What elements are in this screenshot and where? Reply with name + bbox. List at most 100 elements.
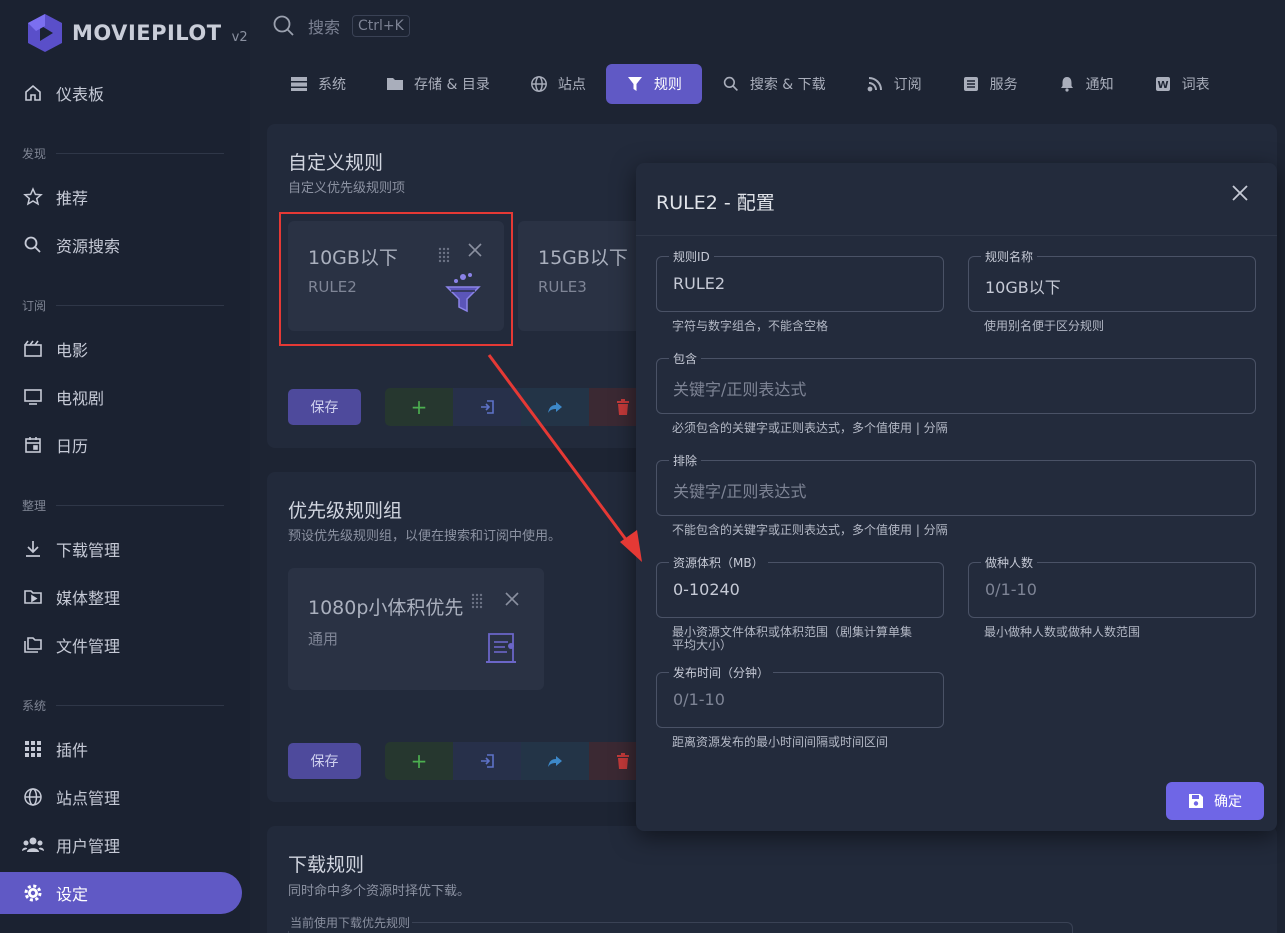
word-icon: W [1154,75,1172,93]
globe-icon [22,786,44,808]
tab-services[interactable]: 服务 [942,64,1038,104]
sidebar-item-movies[interactable]: 电影 [0,328,242,370]
sidebar-item-download-mgmt[interactable]: 下载管理 [0,528,242,570]
list-icon [962,75,980,93]
tab-label: 词表 [1181,77,1210,93]
home-icon [22,82,44,104]
sidebar-item-recommend[interactable]: 推荐 [0,176,242,218]
field-label: 做种人数 [981,554,1038,571]
import-icon [481,754,494,768]
field-placeholder: 关键字/正则表达式 [673,380,807,399]
bell-icon [1058,75,1076,93]
field-label: 发布时间（分钟） [669,664,774,681]
group-card[interactable]: 1080p小体积优先 通用 [288,568,544,690]
trash-icon [617,399,629,415]
drag-handle-icon[interactable] [471,593,483,609]
tab-subscribe[interactable]: 订阅 [846,64,942,104]
tab-system[interactable]: 系统 [270,64,366,104]
panel-subtitle: 预设优先级规则组，以便在搜索和订阅中使用。 [288,529,562,544]
tab-label: 存储 & 目录 [414,77,490,93]
share-button[interactable] [521,742,589,780]
field-placeholder: 0/1-10 [985,580,1037,599]
publish-time-field[interactable]: 发布时间（分钟） 0/1-10 [656,664,944,728]
sidebar-item-resource-search[interactable]: 资源搜索 [0,224,242,266]
tab-sites[interactable]: 站点 [510,64,606,104]
save-icon [1189,794,1203,808]
users-icon [22,834,44,856]
section-system: 系统 [22,697,224,714]
tab-storage[interactable]: 存储 & 目录 [366,64,510,104]
section-label: 订阅 [22,299,47,313]
exclude-field[interactable]: 排除 关键字/正则表达式 [656,452,1256,516]
sidebar-item-site-mgmt[interactable]: 站点管理 [0,776,242,818]
confirm-button[interactable]: 确定 [1166,782,1264,820]
save-button[interactable]: 保存 [288,743,361,779]
size-field[interactable]: 资源体积（MB） 0-10240 [656,554,944,618]
server-icon [290,75,308,93]
rule-name-field[interactable]: 规则名称 10GB以下 [968,248,1256,312]
tab-label: 服务 [989,77,1018,93]
sidebar-item-settings[interactable]: 设定 [0,872,242,914]
sidebar-item-label: 电影 [56,341,89,360]
sidebar-item-tv[interactable]: 电视剧 [0,376,242,418]
app-logo[interactable]: MOVIEPILOT v2 [26,12,248,54]
sidebar-item-user-mgmt[interactable]: 用户管理 [0,824,242,866]
field-hint: 平均大小） [672,638,733,652]
sidebar-item-calendar[interactable]: 日历 [0,424,242,466]
sidebar-item-plugins[interactable]: 插件 [0,728,242,770]
tab-search-download[interactable]: 搜索 & 下载 [702,64,846,104]
section-label: 发现 [22,147,47,161]
sidebar-item-label: 媒体整理 [56,589,121,608]
add-button[interactable]: + [385,742,453,780]
dialog-title: RULE2 - 配置 [656,192,775,214]
sidebar-item-dashboard[interactable]: 仪表板 [0,72,242,114]
rule-id-field[interactable]: 规则ID RULE2 [656,248,944,312]
tab-label: 站点 [557,77,586,93]
sidebar-item-file-mgmt[interactable]: 文件管理 [0,624,242,666]
close-icon[interactable] [1232,185,1248,201]
dialog-divider [636,235,1277,236]
tab-rules[interactable]: 规则 [605,64,702,104]
import-button[interactable] [453,742,521,780]
add-button[interactable]: + [385,388,453,426]
share-button[interactable] [521,388,589,426]
share-icon [548,402,562,413]
field-value: RULE2 [673,274,726,293]
global-search[interactable]: 搜索 Ctrl+K [272,14,410,38]
section-subscribe: 订阅 [22,297,224,314]
sidebar-item-label: 站点管理 [56,789,121,808]
panel-subtitle: 同时命中多个资源时择优下载。 [288,884,471,899]
panel-title: 自定义规则 [288,152,384,174]
section-label: 系统 [22,699,47,713]
globe-icon [530,75,548,93]
save-button[interactable]: 保存 [288,389,361,425]
sidebar-item-label: 文件管理 [56,637,121,656]
import-button[interactable] [453,388,521,426]
sidebar-item-label: 下载管理 [56,541,121,560]
rule-config-dialog: RULE2 - 配置 规则ID RULE2 字符与数字组合，不能含空格 规则名称… [636,163,1277,831]
tab-notify[interactable]: 通知 [1038,64,1134,104]
field-label: 规则ID [669,248,714,265]
import-icon [481,400,494,414]
panel-title: 优先级规则组 [288,500,403,522]
section-discover: 发现 [22,145,224,162]
close-icon[interactable] [505,592,519,606]
field-hint: 使用别名便于区分规则 [984,319,1105,333]
star-icon [22,186,44,208]
tab-label: 系统 [318,77,346,93]
rule-name: 15GB以下 [538,247,628,269]
search-placeholder: 搜索 [308,18,341,37]
sidebar-item-label: 用户管理 [56,837,121,856]
search-shortcut: Ctrl+K [352,15,410,37]
sidebar-item-media-organize[interactable]: 媒体整理 [0,576,242,618]
tab-words[interactable]: W 词表 [1134,64,1230,104]
include-field[interactable]: 包含 关键字/正则表达式 [656,350,1256,414]
rule-id: RULE3 [538,278,587,296]
folder-icon [386,75,404,93]
field-placeholder: 关键字/正则表达式 [673,482,807,501]
gear-icon [22,882,44,904]
sidebar-item-label: 电视剧 [56,389,105,408]
sidebar-item-label: 日历 [56,437,89,456]
seeders-field[interactable]: 做种人数 0/1-10 [968,554,1256,618]
sidebar: MOVIEPILOT v2 仪表板 发现 推荐 资源搜索 订阅 电影 电视剧 日… [0,0,250,933]
